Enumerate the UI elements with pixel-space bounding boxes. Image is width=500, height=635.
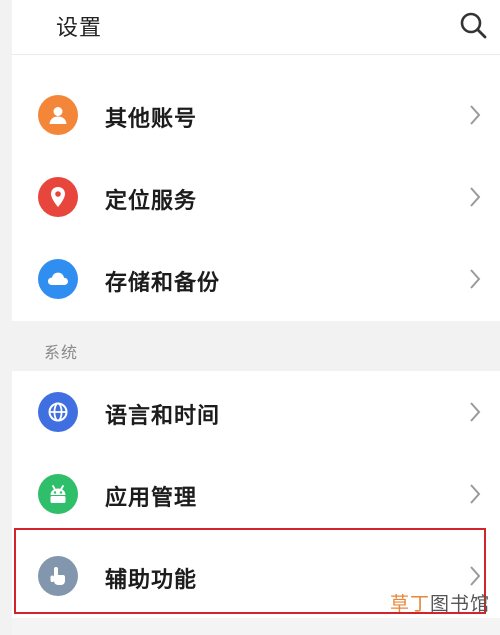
- chevron-right-icon: [470, 187, 481, 207]
- settings-item-other-accounts[interactable]: 其他账号: [12, 74, 500, 156]
- settings-item-storage-backup[interactable]: 存储和备份: [12, 238, 500, 320]
- chevron-right-icon: [470, 566, 481, 586]
- watermark-part: 图书馆: [429, 593, 490, 615]
- globe-icon: [38, 392, 78, 432]
- chevron-right-icon: [470, 269, 481, 289]
- chevron-right-icon: [470, 402, 481, 422]
- cloud-icon: [38, 259, 78, 299]
- person-icon: [38, 95, 78, 135]
- page-title: 设置: [56, 16, 103, 41]
- chevron-right-icon: [470, 484, 481, 504]
- location-pin-icon: [38, 177, 78, 217]
- watermark-part: 草丁: [389, 593, 430, 615]
- left-edge-strip: [0, 0, 12, 635]
- top-bar: 设置: [12, 0, 500, 55]
- chevron-right-icon: [470, 105, 481, 125]
- section-label: 系统: [44, 343, 79, 362]
- settings-item-label: 其他账号: [105, 107, 198, 132]
- bottom-strip: [12, 618, 500, 635]
- settings-item-label: 语言和时间: [105, 404, 221, 429]
- settings-item-label: 辅助功能: [105, 568, 198, 593]
- settings-item-label: 应用管理: [105, 486, 198, 511]
- android-icon: [38, 474, 78, 514]
- settings-item-location-services[interactable]: 定位服务: [12, 156, 500, 238]
- settings-item-language-time[interactable]: 语言和时间: [12, 371, 500, 453]
- search-button[interactable]: [456, 8, 490, 42]
- settings-item-label: 存储和备份: [105, 271, 221, 296]
- watermark: 草丁图书馆: [390, 589, 490, 616]
- section-header-system: 系统: [12, 321, 500, 371]
- search-icon: [460, 12, 487, 39]
- settings-item-label: 定位服务: [105, 189, 198, 214]
- settings-item-app-management[interactable]: 应用管理: [12, 453, 500, 535]
- hand-pointer-icon: [38, 556, 78, 596]
